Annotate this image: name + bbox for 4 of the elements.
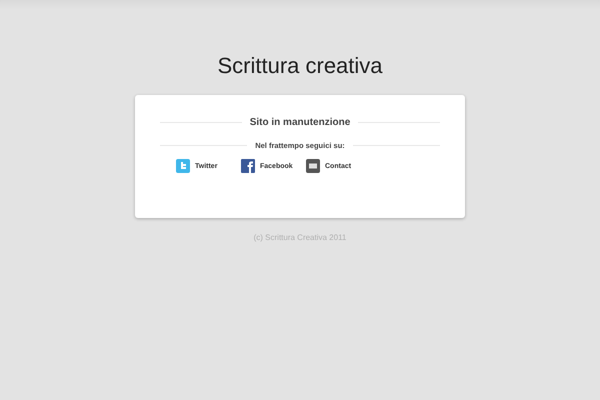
facebook-icon [241,159,255,173]
card-heading: Sito in manutenzione [250,117,350,128]
site-title: Scrittura creativa [217,52,383,80]
envelope-icon [306,159,320,173]
